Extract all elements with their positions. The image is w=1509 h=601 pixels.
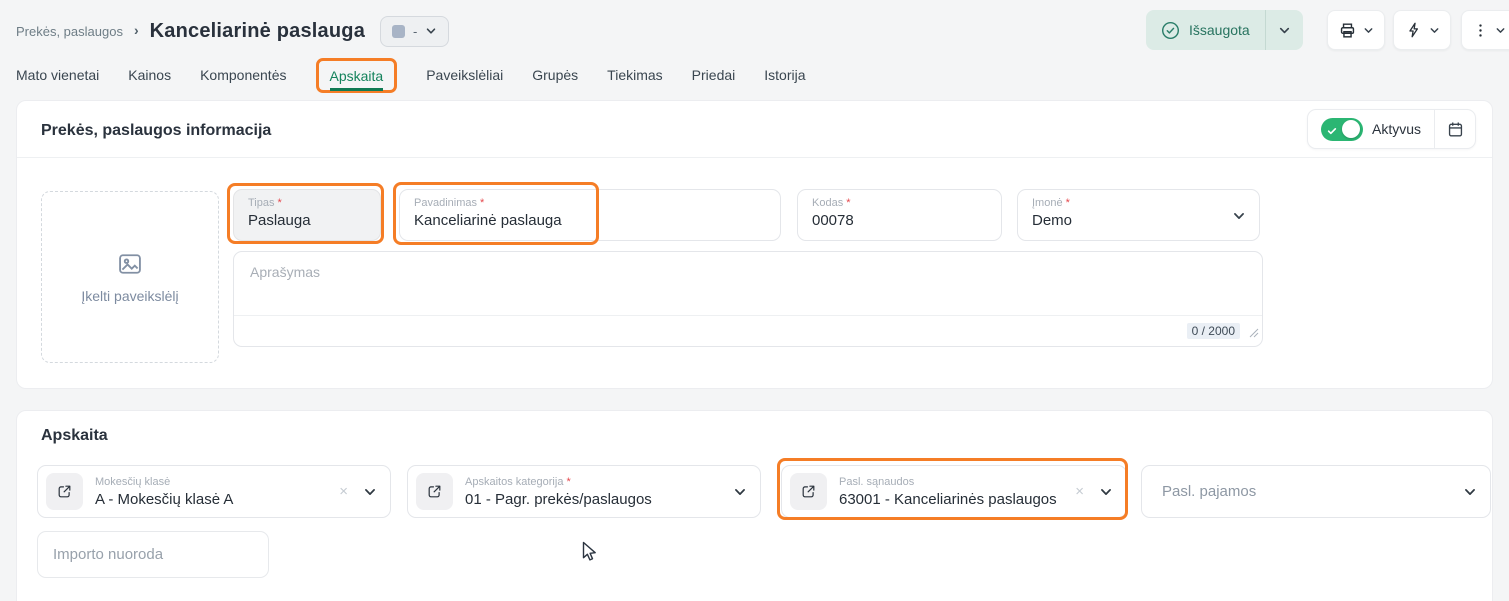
clear-x-icon[interactable]: × [337, 483, 350, 500]
field-label: Mokesčių klasė [95, 476, 233, 488]
saved-dropdown-button[interactable] [1266, 10, 1303, 50]
tab-paveiksleliai[interactable]: Paveikslėliai [426, 67, 503, 83]
printer-icon [1338, 21, 1357, 40]
annotation-box-apskaita-tab: Apskaita [316, 58, 398, 93]
external-link-button[interactable] [790, 473, 827, 510]
importo-nuoroda-field [37, 531, 269, 578]
kodas-value: 00078 [812, 212, 987, 229]
importo-nuoroda-input[interactable] [38, 532, 268, 577]
required-asterisk: * [278, 197, 282, 209]
tab-komponentes[interactable]: Komponentės [200, 67, 286, 83]
tipas-field[interactable]: Tipas* Paslauga [233, 189, 381, 241]
apskaitos-kategorija-value: 01 - Pagr. prekės/paslaugos [465, 491, 652, 508]
tab-kainos[interactable]: Kainos [128, 67, 171, 83]
pasl-pajamos-placeholder: Pasl. pajamos [1162, 483, 1256, 500]
required-asterisk: * [846, 197, 850, 209]
pavadinimas-field[interactable]: Pavadinimas* Kanceliarinė paslauga [399, 189, 781, 241]
char-counter: 0 / 2000 [1187, 323, 1240, 339]
check-circle-icon [1161, 21, 1180, 40]
saved-status-main[interactable]: Išsaugota [1146, 10, 1266, 50]
chevron-down-icon [425, 25, 437, 37]
toggle-on-icon[interactable] [1321, 118, 1363, 141]
more-options-button[interactable] [1461, 10, 1509, 50]
color-swatch-icon [392, 25, 405, 38]
breadcrumb-parent[interactable]: Prekės, paslaugos [16, 24, 123, 39]
external-link-button[interactable] [46, 473, 83, 510]
calendar-button[interactable] [1434, 110, 1475, 148]
field-label: Tipas* [248, 197, 366, 209]
tab-priedai[interactable]: Priedai [692, 67, 736, 83]
calendar-icon [1446, 120, 1465, 139]
active-toggle-label: Aktyvus [1372, 121, 1421, 137]
field-label: Pavadinimas* [414, 197, 766, 209]
card-title: Prekės, paslaugos informacija [41, 122, 271, 140]
saved-status-label: Išsaugota [1189, 22, 1250, 38]
pavadinimas-value: Kanceliarinė paslauga [414, 212, 766, 229]
clear-x-icon[interactable]: × [1073, 483, 1086, 500]
field-label: Kodas* [812, 197, 987, 209]
tab-apskaita[interactable]: Apskaita [330, 68, 384, 91]
apskaitos-kategorija-select[interactable]: Apskaitos kategorija* 01 - Pagr. prekės/… [407, 465, 761, 518]
field-label: Įmonė* [1032, 197, 1245, 209]
image-icon [116, 250, 144, 278]
lightning-icon [1405, 21, 1423, 39]
tab-bar: Mato vienetai Kainos Komponentės Apskait… [16, 55, 806, 95]
status-selector[interactable]: - [380, 16, 449, 47]
card-title: Apskaita [41, 427, 108, 445]
resize-grip-icon[interactable] [1249, 325, 1259, 343]
tab-mato-vienetai[interactable]: Mato vienetai [16, 67, 99, 83]
chevron-down-icon [1429, 25, 1440, 36]
pasl-sanaudos-select[interactable]: Pasl. sąnaudos 63001 - Kanceliarinės pas… [781, 465, 1127, 518]
check-icon [1327, 123, 1337, 141]
accounting-card: Apskaita Mokesčių klasė A - Mokesčių kla… [16, 410, 1493, 601]
description-textarea[interactable] [234, 252, 1262, 312]
required-asterisk: * [1066, 197, 1070, 209]
chevron-down-icon [1463, 485, 1477, 499]
chevron-down-icon [1232, 209, 1246, 223]
external-link-icon [800, 483, 817, 500]
product-page: Prekės, paslaugos › Kanceliarinė paslaug… [0, 0, 1509, 601]
external-link-icon [56, 483, 73, 500]
active-toggle-group: Aktyvus [1307, 109, 1476, 149]
kebab-menu-icon [1472, 22, 1489, 39]
chevron-down-icon [363, 485, 377, 499]
description-footer: 0 / 2000 [234, 315, 1262, 346]
external-link-button[interactable] [416, 473, 453, 510]
mokesciu-klase-select[interactable]: Mokesčių klasė A - Mokesčių klasė A × [37, 465, 391, 518]
chevron-down-icon [733, 485, 747, 499]
active-toggle[interactable]: Aktyvus [1308, 110, 1434, 148]
mokesciu-klase-value: A - Mokesčių klasė A [95, 491, 233, 508]
product-info-card: Prekės, paslaugos informacija Aktyvus [16, 100, 1493, 389]
chevron-down-icon [1495, 25, 1506, 36]
kodas-field[interactable]: Kodas* 00078 [797, 189, 1002, 241]
external-link-icon [426, 483, 443, 500]
field-label: Apskaitos kategorija* [465, 476, 652, 488]
tab-grupes[interactable]: Grupės [532, 67, 578, 83]
description-field: 0 / 2000 [233, 251, 1263, 347]
print-menu-button[interactable] [1327, 10, 1385, 50]
upload-label: Įkelti paveikslėlį [81, 288, 178, 304]
breadcrumb: Prekės, paslaugos › Kanceliarinė paslaug… [16, 13, 449, 49]
saved-status-button[interactable]: Išsaugota [1146, 10, 1303, 50]
imone-select[interactable]: Įmonė* Demo [1017, 189, 1260, 241]
pasl-pajamos-select[interactable]: Pasl. pajamos [1141, 465, 1491, 518]
field-label: Pasl. sąnaudos [839, 476, 1057, 488]
chevron-down-icon [1099, 485, 1113, 499]
imone-value: Demo [1032, 212, 1245, 229]
tab-istorija[interactable]: Istorija [764, 67, 805, 83]
page-title: Kanceliarinė paslauga [150, 20, 365, 43]
tipas-value: Paslauga [248, 212, 366, 229]
tab-tiekimas[interactable]: Tiekimas [607, 67, 663, 83]
pasl-sanaudos-value: 63001 - Kanceliarinės paslaugos [839, 491, 1057, 508]
required-asterisk: * [480, 197, 484, 209]
actions-menu-button[interactable] [1393, 10, 1451, 50]
chevron-down-icon [1278, 24, 1291, 37]
required-asterisk: * [566, 476, 570, 488]
chevron-down-icon [1363, 25, 1374, 36]
divider [17, 157, 1492, 158]
status-value: - [413, 24, 417, 39]
image-upload-dropzone[interactable]: Įkelti paveikslėlį [41, 191, 219, 363]
chevron-right-icon: › [134, 22, 139, 38]
